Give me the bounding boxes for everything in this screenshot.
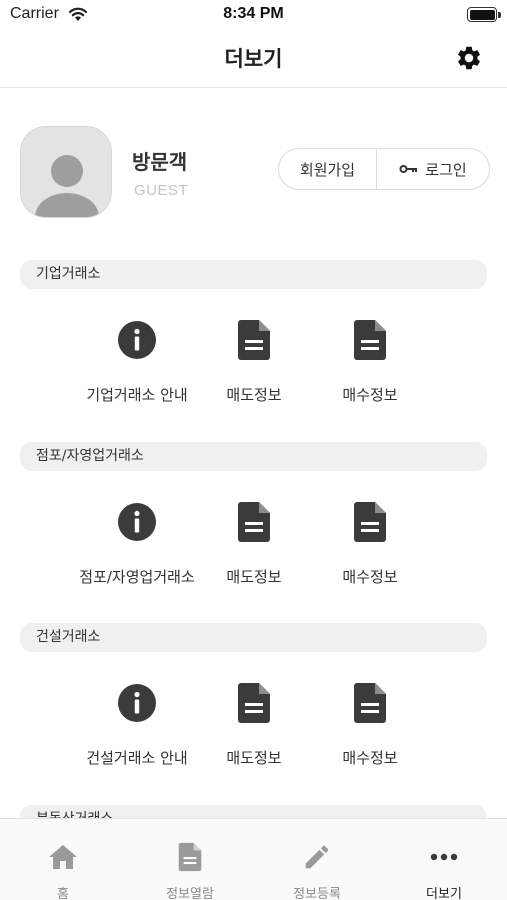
info-icon — [116, 500, 158, 544]
tab-more[interactable]: 더보기 — [381, 819, 507, 900]
key-icon — [399, 165, 418, 173]
section-real-estate-exchange: 부동산거래소 — [0, 805, 507, 818]
battery-icon — [467, 7, 501, 22]
tab-info-register[interactable]: 정보등록 — [254, 819, 380, 900]
status-bar: Carrier 8:34 PM — [0, 0, 507, 30]
document-icon — [233, 318, 275, 362]
menu-item-label: 매수정보 — [342, 749, 398, 767]
more-icon — [428, 841, 460, 873]
info-icon — [116, 318, 158, 362]
avatar — [20, 126, 112, 218]
page-title: 더보기 — [224, 47, 283, 71]
section-header: 점포/자영업거래소 — [20, 442, 487, 471]
info-icon — [116, 681, 158, 725]
section-store-exchange: 점포/자영업거래소 점포/자영업거래소 매도정보 매수정보 — [0, 442, 507, 602]
login-label: 로그인 — [425, 160, 467, 179]
section-construction-exchange: 건설거래소 건설거래소 안내 매도정보 매수정보 — [0, 623, 507, 783]
tab-label: 홈 — [57, 887, 69, 900]
section-header: 건설거래소 — [20, 623, 487, 652]
tab-label: 정보등록 — [293, 887, 341, 900]
section-header: 부동산거래소 — [20, 805, 487, 818]
menu-item-label: 매수정보 — [342, 568, 398, 586]
pencil-icon — [301, 841, 333, 873]
document-icon — [349, 318, 391, 362]
login-button[interactable]: 로그인 — [377, 149, 489, 189]
tab-bar: 홈 정보열람 정보등록 더보기 — [0, 818, 507, 900]
profile-name: 방문객 — [132, 150, 188, 174]
document-icon — [174, 841, 206, 873]
profile-subtitle: GUEST — [134, 182, 189, 199]
menu-item-label: 매수정보 — [342, 386, 398, 404]
settings-button[interactable] — [453, 42, 485, 74]
auth-button-group: 회원가입 로그인 — [278, 148, 490, 190]
signup-button[interactable]: 회원가입 — [279, 149, 377, 189]
document-icon — [233, 681, 275, 725]
tab-label: 정보열람 — [166, 887, 214, 900]
profile-card: 방문객 GUEST 회원가입 로그인 — [20, 126, 490, 220]
document-icon — [349, 681, 391, 725]
status-time: 8:34 PM — [223, 5, 284, 22]
tab-label: 더보기 — [426, 887, 462, 900]
tab-info-browse[interactable]: 정보열람 — [127, 819, 253, 900]
nav-bar: 더보기 — [0, 30, 507, 88]
tab-home[interactable]: 홈 — [0, 819, 126, 900]
home-icon — [47, 841, 79, 873]
gear-icon — [458, 46, 480, 70]
document-icon — [349, 500, 391, 544]
section-corporate-exchange: 기업거래소 기업거래소 안내 매도정보 매수정보 — [0, 260, 507, 420]
section-header: 기업거래소 — [20, 260, 487, 289]
document-icon — [233, 500, 275, 544]
